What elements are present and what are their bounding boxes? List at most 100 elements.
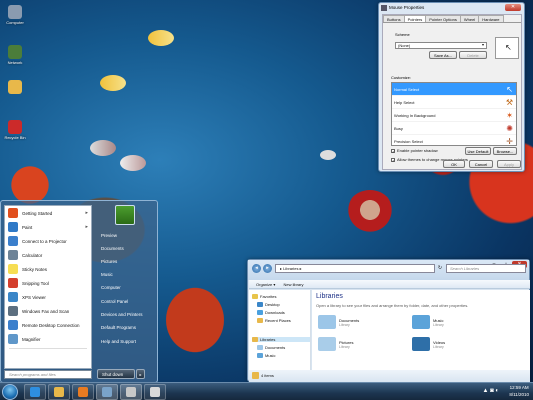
browse-button[interactable]: Browse... bbox=[493, 147, 517, 155]
nav-libraries[interactable]: Libraries bbox=[252, 337, 310, 342]
library-documents[interactable]: Documents Library bbox=[318, 315, 359, 329]
music-library-icon bbox=[412, 315, 430, 329]
nav-documents[interactable]: Documents bbox=[257, 345, 285, 350]
nav-music[interactable]: Music bbox=[257, 353, 275, 358]
getting-started-icon bbox=[8, 208, 18, 218]
calculator-icon bbox=[8, 250, 18, 260]
tray-icons[interactable]: ▲ ◙ ◐ bbox=[482, 388, 499, 394]
tab-pointers[interactable]: Pointers bbox=[403, 15, 427, 22]
tab-pointer-options[interactable]: Pointer Options bbox=[425, 15, 461, 22]
page-subtitle: Open a library to see your files and arr… bbox=[316, 303, 469, 308]
tab-wheel[interactable]: Wheel bbox=[459, 15, 480, 22]
start-link-default-programs[interactable]: Default Programs bbox=[101, 325, 136, 330]
list-item[interactable]: Busy ✺ bbox=[392, 122, 516, 135]
clock-time: 12:59 AM bbox=[509, 385, 529, 390]
start-button[interactable] bbox=[2, 384, 18, 400]
cancel-button[interactable]: Cancel bbox=[469, 160, 493, 168]
list-item[interactable]: Normal Select ↖ bbox=[392, 83, 516, 96]
library-pictures[interactable]: Pictures Library bbox=[318, 337, 353, 351]
documents-library-icon bbox=[318, 315, 336, 329]
start-item-snipping-tool[interactable]: Snipping Tool bbox=[5, 276, 91, 290]
computer-icon bbox=[8, 5, 22, 19]
coral-background bbox=[150, 270, 240, 370]
start-item-getting-started[interactable]: Getting Started ▸ bbox=[5, 206, 91, 220]
delete-button[interactable]: Delete bbox=[459, 51, 487, 59]
start-item-xps-viewer[interactable]: XPS Viewer bbox=[5, 290, 91, 304]
fish-decoration bbox=[120, 155, 146, 171]
scheme-dropdown[interactable]: (None) bbox=[395, 42, 487, 49]
taskbar-media-player[interactable] bbox=[72, 384, 94, 400]
search-input[interactable]: Search programs and files bbox=[4, 370, 92, 379]
start-item-fax-scan[interactable]: Windows Fax and Scan bbox=[5, 304, 91, 318]
organize-button[interactable]: Organize ▾ bbox=[256, 282, 275, 287]
library-videos[interactable]: Videos Library bbox=[412, 337, 445, 351]
nav-favorites[interactable]: Favorites bbox=[252, 294, 276, 299]
taskbar-mouse[interactable] bbox=[120, 384, 142, 400]
taskbar-control[interactable] bbox=[96, 384, 118, 400]
checkbox-icon: ✓ bbox=[391, 157, 396, 163]
start-item-projector[interactable]: Connect to a Projector bbox=[5, 234, 91, 248]
list-item[interactable]: Working In Background ✶ bbox=[392, 109, 516, 122]
nav-downloads[interactable]: Downloads bbox=[257, 310, 285, 315]
shutdown-options-arrow[interactable]: ▸ bbox=[136, 369, 145, 379]
desktop-icon-computer[interactable]: Computer bbox=[2, 5, 28, 25]
start-link-documents[interactable]: Documents bbox=[101, 246, 124, 251]
folder-icon bbox=[8, 80, 22, 94]
close-button[interactable]: ✕ bbox=[505, 4, 521, 11]
list-item[interactable]: Help Select ⚒ bbox=[392, 96, 516, 109]
ok-button[interactable]: OK bbox=[443, 160, 465, 168]
remote-desktop-icon bbox=[8, 320, 18, 330]
fish-decoration bbox=[100, 75, 126, 91]
normal-select-cursor-icon: ↖ bbox=[506, 85, 513, 94]
start-item-calculator[interactable]: Calculator bbox=[5, 248, 91, 262]
internet-explorer-icon bbox=[30, 387, 40, 397]
enable-shadow-checkbox[interactable]: ✓ Enable pointer shadow bbox=[391, 148, 438, 153]
search-input[interactable]: Search Libraries bbox=[446, 264, 526, 273]
nav-desktop[interactable]: Desktop bbox=[257, 302, 280, 307]
start-item-sticky-notes[interactable]: Sticky Notes bbox=[5, 262, 91, 276]
tab-hardware[interactable]: Hardware bbox=[478, 15, 504, 22]
mouse-icon bbox=[126, 387, 136, 397]
start-link-computer[interactable]: Computer bbox=[101, 285, 121, 290]
taskbar-ie[interactable] bbox=[24, 384, 46, 400]
use-default-button[interactable]: Use Default bbox=[465, 147, 491, 155]
list-item[interactable]: Precision Select ✛ bbox=[392, 135, 516, 145]
tab-buttons[interactable]: Buttons bbox=[383, 15, 405, 22]
taskbar-explorer[interactable] bbox=[48, 384, 70, 400]
start-link-pictures[interactable]: Pictures bbox=[101, 259, 117, 264]
start-item-paint[interactable]: Paint ▸ bbox=[5, 220, 91, 234]
start-item-magnifier[interactable]: Magnifier bbox=[5, 332, 91, 346]
apply-button[interactable]: Apply bbox=[497, 160, 521, 168]
start-menu: Getting Started ▸ Paint ▸ Connect to a Pro… bbox=[0, 200, 158, 383]
refresh-icon[interactable]: ↻ bbox=[436, 264, 444, 273]
back-button[interactable]: ◂ bbox=[252, 264, 261, 273]
taskbar-paint[interactable] bbox=[144, 384, 166, 400]
clock[interactable]: 12:59 AM 8/11/2010 bbox=[509, 384, 529, 398]
shutdown-button[interactable]: Shut down bbox=[97, 369, 135, 379]
avatar[interactable] bbox=[115, 205, 135, 225]
library-music[interactable]: Music Library bbox=[412, 315, 444, 329]
new-library-button[interactable]: New library bbox=[283, 282, 303, 287]
arrow-cursor-icon: ↖ bbox=[505, 43, 512, 52]
start-link-control-panel[interactable]: Control Panel bbox=[101, 299, 128, 304]
save-as-button[interactable]: Save As... bbox=[429, 51, 457, 59]
cursor-list[interactable]: Normal Select ↖ Help Select ⚒ Working In B… bbox=[391, 82, 517, 146]
chevron-right-icon: ▸ bbox=[85, 210, 88, 216]
downloads-icon bbox=[257, 310, 263, 315]
xps-viewer-icon bbox=[8, 292, 18, 302]
address-bar[interactable]: ▸ Libraries ▸ bbox=[275, 264, 435, 273]
desktop-icon-recycle-bin[interactable]: Recycle Bin bbox=[2, 120, 28, 140]
start-link-music[interactable]: Music bbox=[101, 272, 113, 277]
dialog-body: Buttons Pointers Pointer Options Wheel H… bbox=[382, 14, 522, 170]
desktop-icon-folder[interactable] bbox=[2, 80, 28, 95]
nav-recent-places[interactable]: Recent Places bbox=[257, 318, 291, 323]
dialog-title-bar[interactable]: Mouse Properties bbox=[379, 3, 524, 13]
start-link-devices-printers[interactable]: Devices and Printers bbox=[101, 312, 143, 317]
desktop-icon-network[interactable]: Network bbox=[2, 45, 28, 65]
start-link-help-support[interactable]: Help and Support bbox=[101, 339, 136, 344]
start-item-remote-desktop[interactable]: Remote Desktop Connection bbox=[5, 318, 91, 332]
cursor-preview: ↖ bbox=[495, 37, 519, 59]
desktop-icon bbox=[257, 302, 263, 307]
start-link-preview[interactable]: Preview bbox=[101, 233, 117, 238]
forward-button[interactable]: ▸ bbox=[263, 264, 272, 273]
